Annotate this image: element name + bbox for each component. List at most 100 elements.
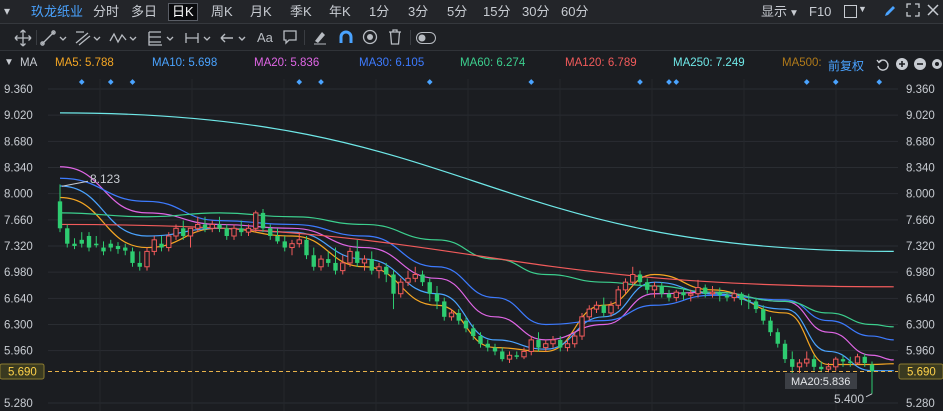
ma250-value: MA250: 7.249 [673,57,745,69]
event-marker [832,79,839,85]
tab-weekly-k[interactable]: 周K [208,3,236,21]
candle-body-up [296,239,302,245]
measure-tool-icon[interactable] [184,29,214,52]
candle-body-down [819,366,824,370]
channel-tool-icon[interactable] [74,29,102,52]
candle-body-down [761,309,766,321]
move-cross-icon[interactable] [14,29,32,52]
y-tick-right: 9.360 [906,84,935,96]
drawing-toolbar: Aa [0,24,943,51]
trash-icon[interactable] [388,29,402,50]
candle-body-up [361,258,368,264]
candle-body-down [57,201,63,229]
candle-body-down [717,292,722,296]
event-marker [803,79,810,85]
tab-15min[interactable]: 15分 [480,3,513,21]
candle-body-up [187,227,194,237]
tab-intraday[interactable]: 分时 [90,3,122,21]
y-tick-right: 5.280 [906,398,935,410]
candle-body-up [854,356,861,364]
zoom-in-icon[interactable] [895,57,909,76]
display-menu-button[interactable]: 显示 ▼ [758,3,802,21]
candle-body-up [550,339,556,345]
f10-button[interactable]: F10 [806,3,834,21]
candle-body-down [137,262,142,267]
candle-body-down [601,305,606,313]
wave-tool-icon[interactable] [108,29,138,52]
tab-1min[interactable]: 1分 [366,3,392,21]
y-tick-left: 8.680 [4,136,33,148]
candle-body-up [166,235,172,249]
candle-body-down [514,355,519,357]
tab-3min[interactable]: 3分 [405,3,431,21]
indicator-name[interactable]: MA [20,57,37,69]
comment-tool-icon[interactable] [282,29,298,50]
candle-body-up [412,273,418,279]
event-marker [107,79,114,85]
settings-gear-icon[interactable] [931,57,943,76]
current-price-right: 5.690 [907,366,936,378]
candle-body-down [115,246,121,250]
collapse-triangle-icon[interactable]: ▼ [4,57,14,68]
low-price-label: 5.400 [834,392,864,406]
candle-body-down [311,255,316,267]
dropdown-arrow-icon[interactable]: ▾ [4,4,10,18]
y-tick-right: 6.300 [906,320,935,332]
candle-body-up [593,304,600,310]
caret-down-icon[interactable]: ▼ [858,4,867,14]
line-tool-icon[interactable] [40,29,68,52]
candle-body-down [811,359,817,367]
reset-icon[interactable] [876,58,889,76]
low-leader-line [865,393,873,398]
candle-body-up [405,277,411,283]
kline-chart[interactable]: 9.360 9.020 8.680 8.340 8.000 7.660 7.320 6.980… [0,79,943,411]
y-tick-left: 5.960 [4,346,33,358]
candle-body-down [442,301,447,317]
fib-tool-icon[interactable] [146,29,176,52]
candle-body-up [731,293,737,299]
stock-name-tab[interactable]: 玖龙纸业 [28,3,86,21]
y-tick-left: 5.280 [4,398,33,410]
adjust-mode-button[interactable]: 前复权 [828,57,864,74]
y-tick-right: 8.000 [906,189,935,201]
eye-icon[interactable] [362,29,378,50]
candle-body-down [384,266,389,275]
close-icon[interactable] [927,3,939,22]
tab-multi-day[interactable]: 多日 [128,3,160,21]
candle-body-up [448,312,455,318]
eraser-icon[interactable] [312,29,328,50]
candle-body-up [521,350,527,358]
candle-body-down [456,312,461,321]
candle-body-up [825,366,832,370]
zoom-out-icon[interactable] [913,57,927,76]
tab-daily-k[interactable]: 日K [168,3,198,21]
ma10-line [59,185,894,372]
tab-monthly-k[interactable]: 月K [247,3,275,21]
event-marker [637,79,643,85]
expand-icon[interactable] [906,3,920,22]
high-leader-line [61,180,89,187]
candle-body-down [724,295,730,298]
tab-quarterly-k[interactable]: 季K [287,3,315,21]
candle-body-down [659,286,664,294]
pen-icon[interactable] [882,3,898,24]
tab-5min[interactable]: 5分 [444,3,470,21]
tab-30min[interactable]: 30分 [519,3,552,21]
candle-body-up [615,289,621,306]
event-marker [673,79,680,85]
arrow-tool-icon[interactable] [218,29,250,52]
candle-body-down [86,235,92,248]
event-marker [318,79,324,85]
event-marker [129,79,136,85]
toggle-icon[interactable] [416,31,436,49]
y-tick-right: 5.960 [906,346,935,358]
candle-body-down [72,243,77,246]
checkbox-icon[interactable] [844,5,857,18]
magnet-icon[interactable] [338,29,354,50]
candle-body-up [376,266,382,272]
text-tool-icon[interactable]: Aa [257,28,273,47]
current-price-left: 5.690 [8,366,37,378]
tab-yearly-k[interactable]: 年K [326,3,354,21]
tab-60min[interactable]: 60分 [558,3,591,21]
candle-body-down [768,320,773,333]
